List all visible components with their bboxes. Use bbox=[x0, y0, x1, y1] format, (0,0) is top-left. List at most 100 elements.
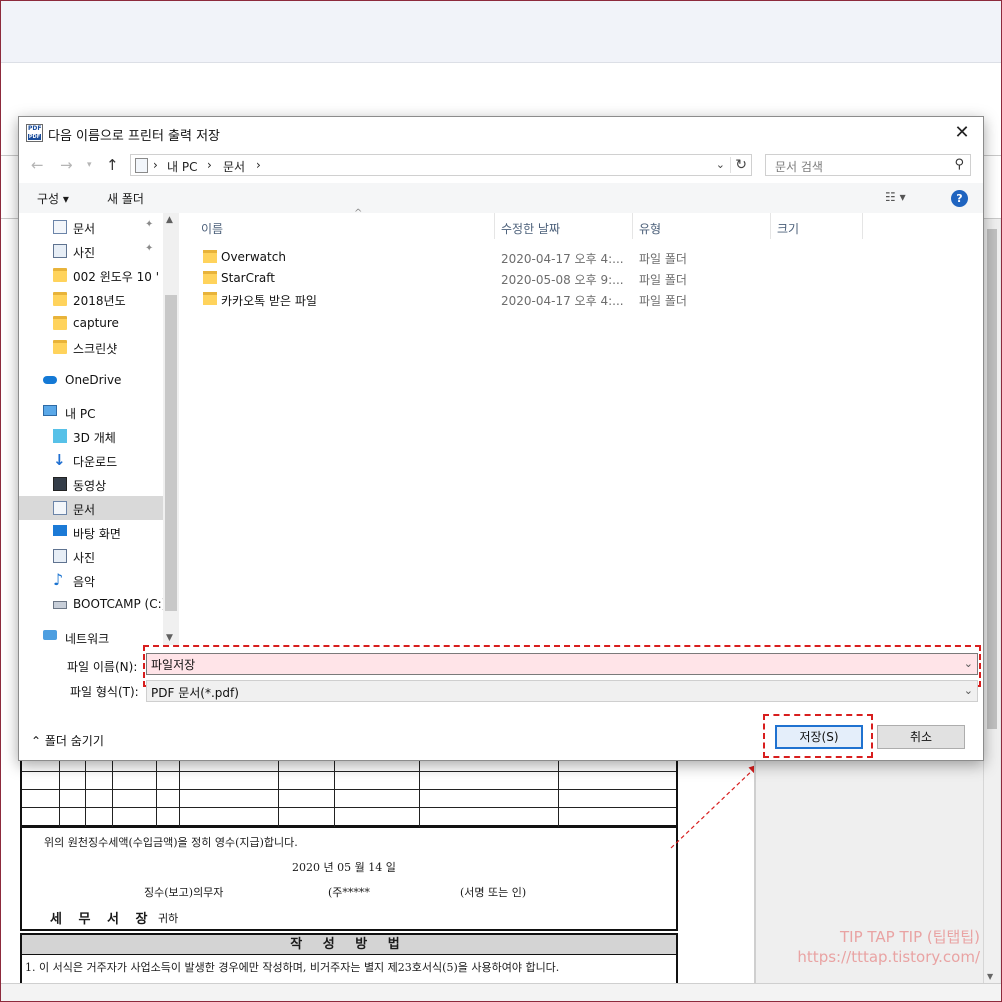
filetype-label: 파일 형식(T): bbox=[70, 685, 139, 699]
pin-icon[interactable]: ✦ bbox=[145, 219, 153, 230]
dialog-titlebar[interactable]: PDF PDF 다음 이름으로 프린터 출력 저장 ✕ bbox=[19, 117, 983, 149]
method-title: 작 성 방 법 bbox=[22, 935, 676, 955]
app-header-area bbox=[1, 1, 1001, 63]
nav-pane-scrollbar[interactable]: ▲ ▼ bbox=[163, 213, 179, 645]
receipt-section: 위의 원천징수세액(수입금액)을 정히 영수(지급)합니다. 2020 년 05… bbox=[20, 827, 678, 931]
picture-icon bbox=[53, 244, 67, 258]
document-icon bbox=[53, 501, 67, 515]
picture-icon bbox=[53, 549, 67, 563]
document-table-grid bbox=[20, 759, 678, 827]
payer-label: 징수(보고)의무자 bbox=[144, 886, 224, 899]
nav-this-pc[interactable]: 내 PC bbox=[19, 400, 163, 424]
scroll-down-icon[interactable]: ▼ bbox=[987, 972, 993, 981]
folder-icon bbox=[203, 271, 217, 284]
desktop-icon bbox=[53, 525, 67, 536]
breadcrumb-separator-icon[interactable]: › bbox=[256, 158, 261, 172]
nav-quick-folder[interactable]: 2018년도 bbox=[19, 287, 163, 311]
folder-icon bbox=[203, 250, 217, 263]
breadcrumb-documents[interactable]: 문서 bbox=[223, 158, 245, 175]
app-scroll-thumb[interactable] bbox=[987, 229, 997, 729]
app-status-bar bbox=[1, 983, 1001, 1001]
nav-quick-pictures[interactable]: 사진 ✦ bbox=[19, 239, 163, 263]
sign-label: (서명 또는 인) bbox=[460, 886, 527, 899]
nav-videos[interactable]: 동영상 bbox=[19, 472, 163, 496]
filetype-select[interactable]: PDF 문서(*.pdf) ⌄ bbox=[146, 680, 978, 702]
refresh-icon[interactable]: ↻ bbox=[730, 157, 747, 173]
command-bar: 구성 ▾ 새 폴더 ☷ ▾ ? bbox=[19, 183, 983, 213]
column-header-name[interactable]: 이름 ^ bbox=[195, 208, 495, 239]
nav-3d-objects[interactable]: 3D 개체 bbox=[19, 424, 163, 448]
navigation-pane: 문서 ✦ 사진 ✦ 002 윈도우 10 ' 2018년도 capture 스크… bbox=[19, 213, 163, 645]
search-box[interactable]: 문서 검색 ⚲ bbox=[765, 154, 971, 176]
document-icon bbox=[53, 220, 67, 234]
nav-pictures[interactable]: 사진 bbox=[19, 544, 163, 568]
watermark-url: https://tttap.tistory.com/ bbox=[797, 948, 980, 966]
nav-scroll-thumb[interactable] bbox=[165, 295, 177, 611]
back-arrow-icon[interactable]: ← bbox=[31, 156, 44, 174]
nav-bootcamp-drive[interactable]: BOOTCAMP (C:) bbox=[19, 592, 163, 616]
method-line-1: 1. 이 서식은 거주자가 사업소득이 발생한 경우에만 작성하며, 비거주자는… bbox=[25, 961, 560, 974]
onedrive-cloud-icon bbox=[43, 376, 57, 384]
save-as-dialog: PDF PDF 다음 이름으로 프린터 출력 저장 ✕ ← → ▾ ↑ › 내 … bbox=[18, 116, 984, 761]
nav-quick-folder[interactable]: capture bbox=[19, 311, 163, 335]
tax-office: 세 무 서 장 bbox=[50, 912, 154, 927]
nav-desktop[interactable]: 바탕 화면 bbox=[19, 520, 163, 544]
nav-music[interactable]: ♪ 음악 bbox=[19, 568, 163, 592]
nav-downloads[interactable]: ↓ 다운로드 bbox=[19, 448, 163, 472]
payer-name: (주***** bbox=[328, 886, 370, 899]
breadcrumb-separator-icon[interactable]: › bbox=[153, 158, 158, 172]
search-placeholder: 문서 검색 bbox=[775, 160, 823, 174]
drive-icon bbox=[53, 601, 67, 609]
breadcrumb-separator-icon[interactable]: › bbox=[207, 158, 212, 172]
nav-quick-documents[interactable]: 문서 ✦ bbox=[19, 215, 163, 239]
chevron-down-icon[interactable]: ⌄ bbox=[964, 684, 973, 697]
computer-icon bbox=[43, 405, 57, 416]
nav-onedrive[interactable]: OneDrive bbox=[19, 368, 163, 392]
filename-label: 파일 이름(N): bbox=[67, 660, 138, 674]
folder-icon bbox=[53, 340, 67, 354]
column-header-type[interactable]: 유형 bbox=[633, 213, 771, 239]
file-row[interactable]: Overwatch 2020-04-17 오후 4:... 파일 폴더 bbox=[179, 246, 879, 267]
music-icon: ♪ bbox=[53, 570, 64, 589]
dialog-title: 다음 이름으로 프린터 출력 저장 bbox=[48, 129, 221, 144]
nav-quick-folder[interactable]: 스크린샷 bbox=[19, 335, 163, 359]
recent-locations-icon[interactable]: ▾ bbox=[87, 160, 92, 170]
nav-network[interactable]: 네트워크 bbox=[19, 625, 163, 645]
hide-folders-toggle[interactable]: ⌃ 폴더 숨기기 bbox=[31, 732, 104, 749]
close-button[interactable]: ✕ bbox=[945, 120, 979, 146]
pin-icon[interactable]: ✦ bbox=[145, 243, 153, 254]
nav-documents[interactable]: 문서 bbox=[19, 496, 163, 520]
file-row[interactable]: StarCraft 2020-05-08 오후 9:... 파일 폴더 bbox=[179, 267, 879, 288]
download-icon: ↓ bbox=[53, 451, 66, 469]
folder-icon bbox=[203, 292, 217, 305]
cube-icon bbox=[53, 429, 67, 443]
honorific: 귀하 bbox=[158, 912, 179, 925]
view-options-icon[interactable]: ☷ ▾ bbox=[885, 190, 906, 204]
organize-menu[interactable]: 구성 ▾ bbox=[37, 190, 69, 207]
app-scrollbar[interactable]: ▼ bbox=[983, 219, 1000, 983]
nav-quick-folder[interactable]: 002 윈도우 10 ' bbox=[19, 263, 163, 287]
address-dropdown-icon[interactable]: ⌄ bbox=[716, 158, 725, 171]
folder-icon bbox=[53, 268, 67, 282]
up-arrow-icon[interactable]: ↑ bbox=[106, 156, 119, 174]
cancel-button[interactable]: 취소 bbox=[877, 725, 965, 749]
breadcrumb-pc[interactable]: 내 PC bbox=[167, 158, 197, 175]
scroll-down-icon[interactable]: ▼ bbox=[166, 633, 173, 643]
filetype-value: PDF 문서(*.pdf) bbox=[151, 686, 239, 700]
file-row[interactable]: 카카오톡 받은 파일 2020-04-17 오후 4:... 파일 폴더 bbox=[179, 288, 879, 309]
forward-arrow-icon[interactable]: → bbox=[60, 156, 73, 174]
date-line: 2020 년 05 월 14 일 bbox=[292, 861, 396, 874]
column-header-size[interactable]: 크기 bbox=[771, 213, 863, 239]
column-header-modified[interactable]: 수정한 날짜 bbox=[495, 213, 633, 239]
search-icon[interactable]: ⚲ bbox=[954, 157, 964, 172]
method-section: 작 성 방 법 1. 이 서식은 거주자가 사업소득이 발생한 경우에만 작성하… bbox=[20, 933, 678, 983]
new-folder-button[interactable]: 새 폴더 bbox=[107, 190, 144, 207]
watermark-title: TIP TAP TIP (팁탭팁) bbox=[840, 928, 980, 946]
scroll-up-icon[interactable]: ▲ bbox=[166, 215, 173, 225]
address-bar[interactable]: › 내 PC › 문서 › ⌄ ↻ bbox=[130, 154, 752, 176]
receipt-line: 위의 원천징수세액(수입금액)을 정히 영수(지급)합니다. bbox=[44, 836, 298, 849]
video-icon bbox=[53, 477, 67, 491]
help-icon[interactable]: ? bbox=[951, 190, 968, 207]
navigation-bar: ← → ▾ ↑ › 내 PC › 문서 › ⌄ ↻ 문서 검색 ⚲ bbox=[19, 149, 983, 181]
save-highlight-box bbox=[763, 714, 873, 758]
